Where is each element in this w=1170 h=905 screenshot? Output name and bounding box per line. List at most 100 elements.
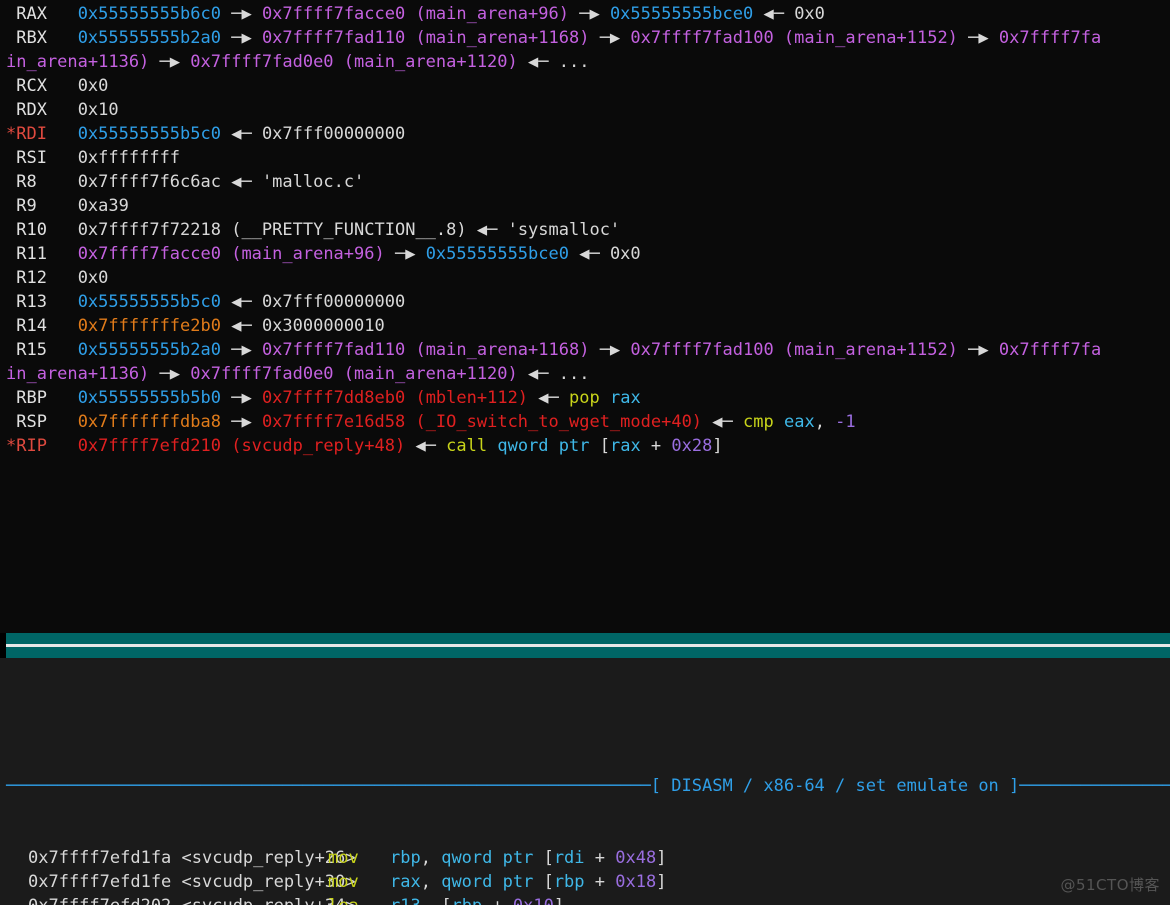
register-value-continuation: in_arena+1136) ─▶ 0x7ffff7fad0e0 (main_a…	[6, 50, 1170, 74]
register-value-part: ◀─	[517, 364, 559, 384]
register-value-part: 0x0	[794, 4, 825, 24]
register-value-part: ◀─	[528, 388, 569, 408]
register-value-part: 'sysmalloc'	[507, 220, 621, 240]
disasm-address: 0x7ffff7efd1fe <svcudp_reply+30>	[28, 872, 356, 892]
register-value-part: 0x7ffff7dd8eb0 (mblen+112)	[261, 388, 529, 408]
disasm-operand: [	[543, 872, 554, 892]
register-value-part: ─▶	[220, 388, 262, 408]
disasm-row: 0x7ffff7efd1fa <svcudp_reply+26>mov rbp, …	[6, 846, 1170, 870]
disasm-operand: r13	[390, 896, 421, 905]
register-change-marker	[6, 316, 16, 336]
register-value-part: ◀─	[220, 172, 262, 192]
disasm-operand: rbp	[390, 848, 421, 868]
register-name: R8	[16, 172, 58, 192]
register-value-part: ...	[558, 52, 590, 72]
disasm-operand: rbp	[451, 896, 482, 905]
register-row-r9: R9 0xa39	[6, 194, 1170, 218]
register-value-part: 0x3000000010	[261, 316, 385, 336]
register-change-marker	[6, 292, 16, 312]
register-name: RIP	[16, 436, 58, 456]
register-name: R11	[16, 244, 58, 264]
disasm-operand: rax	[390, 872, 421, 892]
register-row-rip: *RIP 0x7ffff7efd210 (svcudp_reply+48) ◀─…	[6, 434, 1170, 458]
register-value-part: 0x0	[77, 268, 109, 288]
register-name: RDI	[16, 124, 58, 144]
register-change-marker: *	[6, 436, 17, 456]
register-row-rdi: *RDI 0x55555555b5c0 ◀─ 0x7fff00000000	[6, 122, 1170, 146]
current-instruction-arrow-icon	[6, 894, 28, 905]
register-value-part: 0x7fff00000000	[261, 292, 406, 312]
register-row-r11: R11 0x7ffff7facce0 (main_arena+96) ─▶ 0x…	[6, 242, 1170, 266]
prompt-line[interactable]: pwndbg>	[6, 706, 1170, 726]
register-value-part: ◀─	[405, 436, 447, 456]
disasm-operand: [	[543, 848, 554, 868]
register-value-part: 0x55555555b2a0	[77, 28, 221, 48]
register-value-part: rax	[609, 388, 641, 408]
register-value-part: ─▶	[589, 340, 631, 360]
disasm-operand: ]	[656, 872, 667, 892]
register-value-part: ─▶	[149, 364, 191, 384]
register-name: R12	[16, 268, 58, 288]
register-change-marker: *	[6, 124, 17, 144]
register-value-part: ◀─	[702, 412, 743, 432]
register-value-part: -1	[835, 412, 856, 432]
disasm-operand: ]	[554, 896, 564, 905]
disasm-operand: [	[441, 896, 451, 905]
register-change-marker	[6, 28, 16, 48]
register-change-marker	[6, 196, 16, 216]
register-value-part: ◀─	[568, 244, 610, 264]
disasm-banner-rule-left: ────────────────────────────────────────…	[6, 776, 651, 796]
disasm-operand: qword ptr	[441, 848, 544, 868]
register-value-part: 0x7ffff7facce0 (main_arena+96)	[77, 244, 385, 264]
register-value-part: 0x7ffff7facce0 (main_arena+96)	[261, 4, 569, 24]
disasm-operand: qword ptr	[441, 872, 544, 892]
register-value-part: 0x55555555bce0	[609, 4, 754, 24]
separator-white-line	[6, 644, 1170, 647]
register-value-part: ─▶	[384, 244, 426, 264]
register-value-part: [	[599, 436, 610, 456]
register-change-marker	[6, 100, 16, 120]
terminal-window: RAX 0x55555555b6c0 ─▶ 0x7ffff7facce0 (ma…	[0, 0, 1170, 905]
register-value-part: ─▶	[149, 52, 191, 72]
register-row-rdx: RDX 0x10	[6, 98, 1170, 122]
register-value-part: 0x7ffff7e16d58 (_IO_switch_to_wget_mode+…	[261, 412, 703, 432]
register-change-marker	[6, 148, 16, 168]
register-value-part: 0x28	[671, 436, 713, 456]
register-value-part: ]	[712, 436, 723, 456]
register-value-part: ,	[814, 412, 836, 432]
disasm-operand: ]	[656, 848, 667, 868]
register-name: RSI	[16, 148, 58, 168]
register-value-part: ─▶	[220, 340, 262, 360]
register-value-part: ◀─	[220, 124, 262, 144]
console-pane[interactable]: pwndbg> 0x00007ffff7efd210 339 XDR_SETPO…	[0, 658, 1170, 726]
register-value-part: 0x10	[77, 100, 119, 120]
register-row-rsp: RSP 0x7fffffffdba8 ─▶ 0x7ffff7e16d58 (_I…	[6, 410, 1170, 434]
current-instruction-arrow-icon	[6, 870, 28, 894]
disasm-mnemonic: mov	[328, 872, 359, 892]
register-value-part: +	[640, 436, 672, 456]
register-value-part: rax	[609, 436, 641, 456]
register-change-marker	[6, 4, 16, 24]
register-value-part: in_arena+1136)	[6, 364, 150, 384]
register-name: RCX	[16, 76, 58, 96]
register-row-rsi: RSI 0xffffffff	[6, 146, 1170, 170]
register-name: R9	[16, 196, 58, 216]
register-value-part: ─▶	[220, 28, 262, 48]
register-value-part: 0x55555555b6c0	[77, 4, 221, 24]
register-value-part: ─▶	[957, 340, 999, 360]
disasm-banner-title: [ DISASM / x86-64 / set emulate on ]	[650, 776, 1020, 796]
register-change-marker	[6, 244, 16, 264]
register-value-part	[774, 412, 784, 432]
disasm-operand: 0x18	[615, 872, 657, 892]
disasm-address: 0x7ffff7efd1fa <svcudp_reply+26>	[28, 848, 356, 868]
disasm-operand: 0x48	[615, 848, 657, 868]
register-row-rbx: RBX 0x55555555b2a0 ─▶ 0x7ffff7fad110 (ma…	[6, 26, 1170, 50]
register-change-marker	[6, 268, 16, 288]
disasm-operand: +	[584, 872, 616, 892]
register-change-marker	[6, 76, 16, 96]
register-change-marker	[6, 388, 16, 408]
register-name: R14	[16, 316, 58, 336]
register-value-part: 0x55555555b5b0	[77, 388, 221, 408]
register-value-part	[487, 436, 497, 456]
register-value-part: 'malloc.c'	[261, 172, 365, 192]
